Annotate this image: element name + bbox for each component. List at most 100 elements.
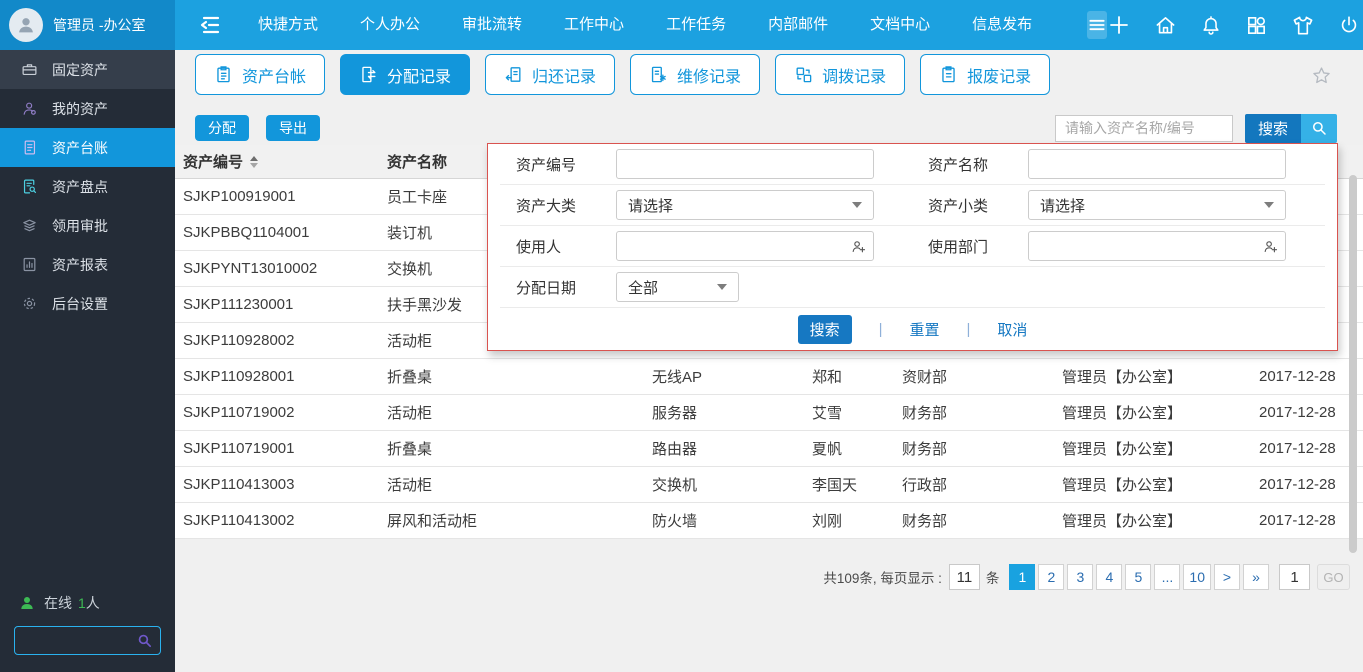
record-tabs: 资产台帐 分配记录 归还记录 维修记录 调拨记录 报废记录: [195, 54, 1051, 95]
page-button[interactable]: 2: [1038, 564, 1065, 590]
search-icon[interactable]: [136, 632, 153, 649]
assign-date-label: 分配日期: [516, 279, 577, 297]
nav-item[interactable]: 内部邮件: [747, 0, 849, 50]
sidebar-item-settings[interactable]: 后台设置: [0, 284, 175, 323]
asset-no-input[interactable]: [616, 149, 874, 179]
panel-cancel-button[interactable]: 取消: [997, 319, 1027, 340]
quick-search-input[interactable]: [1054, 114, 1233, 142]
cell-asset-no: SJKP110719002: [183, 404, 295, 421]
nav-item[interactable]: 审批流转: [441, 0, 543, 50]
cell-operator: 管理员【办公室】: [1062, 405, 1183, 422]
table-row[interactable]: SJKP110413002 屏风和活动柜 防火墙 刘刚 财务部 管理员【办公室】…: [175, 503, 1363, 539]
document-list-icon: [21, 139, 38, 156]
panel-reset-button[interactable]: 重置: [909, 319, 939, 340]
sidebar: 固定资产 我的资产 资产台账 资产盘点 领用审批 资产报表 后台设置 在线 1人: [0, 50, 175, 672]
table-toolbar: 分配 导出 搜索: [195, 113, 1363, 143]
page-button[interactable]: 3: [1067, 564, 1094, 590]
cell-operator: 管理员【办公室】: [1062, 369, 1183, 386]
person-add-icon[interactable]: [1262, 238, 1279, 255]
tab-assign-records[interactable]: 分配记录: [340, 54, 471, 95]
report-chart-icon: [21, 256, 38, 273]
advanced-search-panel: 资产编号 资产名称 资产大类 请选择 资产小类 请选择 使用人 使用部门 分配日…: [487, 143, 1338, 351]
quick-search-button[interactable]: 搜索: [1244, 113, 1301, 143]
sidebar-item-fixed-assets[interactable]: 固定资产: [0, 50, 175, 89]
cell-device: 交换机: [652, 477, 698, 494]
hamburger-icon: [1087, 15, 1107, 35]
sidebar-item-asset-ledger[interactable]: 资产台账: [0, 128, 175, 167]
assign-date-select[interactable]: 全部: [616, 272, 739, 302]
table-row[interactable]: SJKP110719002 活动柜 服务器 艾雪 财务部 管理员【办公室】 20…: [175, 395, 1363, 431]
bell-icon[interactable]: [1200, 14, 1222, 37]
nav-item[interactable]: 文档中心: [849, 0, 951, 50]
export-button[interactable]: 导出: [266, 115, 320, 141]
sidebar-search-input[interactable]: [22, 633, 136, 648]
sidebar-item-label: 资产盘点: [52, 178, 108, 195]
advanced-search-button[interactable]: [1301, 113, 1337, 143]
cell-device: 防火墙: [652, 513, 698, 530]
quick-search-group: 搜索: [1054, 113, 1337, 143]
cell-device: 服务器: [652, 405, 698, 422]
cell-user: 艾雪: [812, 405, 843, 422]
power-icon[interactable]: [1338, 14, 1360, 37]
theme-shirt-icon[interactable]: [1291, 14, 1315, 37]
go-button[interactable]: GO: [1317, 564, 1350, 590]
home-icon[interactable]: [1154, 14, 1177, 37]
online-person-icon: [19, 595, 35, 611]
person-icon: [15, 14, 37, 36]
user-input[interactable]: [616, 231, 874, 261]
subcategory-select[interactable]: 请选择: [1028, 190, 1286, 220]
page-size-input[interactable]: [948, 564, 980, 590]
category-select[interactable]: 请选择: [616, 190, 874, 220]
nav-item[interactable]: 工作中心: [543, 0, 645, 50]
asset-name-input[interactable]: [1028, 149, 1286, 179]
tab-label: 报废记录: [967, 68, 1032, 86]
plus-icon[interactable]: [1107, 13, 1131, 37]
apps-grid-icon[interactable]: [1245, 14, 1268, 37]
vertical-scrollbar[interactable]: [1349, 175, 1357, 553]
nav-item[interactable]: 工作任务: [645, 0, 747, 50]
nav-item[interactable]: 个人办公: [339, 0, 441, 50]
sidebar-item-approval[interactable]: 领用审批: [0, 206, 175, 245]
page-button[interactable]: 10: [1183, 564, 1211, 590]
online-label: 在线: [44, 595, 72, 611]
chevron-down-icon: [1264, 202, 1274, 208]
page-button[interactable]: »: [1243, 564, 1269, 590]
cell-asset-no: SJKPBBQ1104001: [183, 224, 310, 241]
user-avatar[interactable]: [9, 8, 43, 42]
sidebar-item-asset-reports[interactable]: 资产报表: [0, 245, 175, 284]
page-button[interactable]: >: [1214, 564, 1240, 590]
sort-icon[interactable]: [250, 155, 259, 168]
panel-row-2: 资产大类 请选择 资产小类 请选择: [500, 185, 1325, 226]
sidebar-item-my-assets[interactable]: 我的资产: [0, 89, 175, 128]
page-button[interactable]: 4: [1096, 564, 1123, 590]
tab-asset-ledger[interactable]: 资产台帐: [195, 54, 326, 95]
tab-scrap-records[interactable]: 报废记录: [920, 54, 1051, 95]
nav-item[interactable]: 信息发布: [951, 0, 1053, 50]
page-button[interactable]: 5: [1125, 564, 1152, 590]
collapse-menu-icon[interactable]: [198, 14, 224, 36]
tab-transfer-records[interactable]: 调拨记录: [775, 54, 906, 95]
asset-name-label: 资产名称: [928, 156, 989, 174]
header-asset-no[interactable]: 资产编号: [175, 151, 387, 172]
assign-button[interactable]: 分配: [195, 115, 249, 141]
department-input[interactable]: [1028, 231, 1286, 261]
tab-repair-records[interactable]: 维修记录: [630, 54, 761, 95]
page-button[interactable]: 1: [1009, 564, 1036, 590]
tab-return-records[interactable]: 归还记录: [485, 54, 616, 95]
person-add-icon[interactable]: [850, 238, 867, 255]
panel-search-button[interactable]: 搜索: [797, 314, 852, 344]
table-row[interactable]: SJKP110413003 活动柜 交换机 李国天 行政部 管理员【办公室】 2…: [175, 467, 1363, 503]
cell-asset-name: 活动柜: [387, 477, 433, 494]
sidebar-item-asset-inventory[interactable]: 资产盘点: [0, 167, 175, 206]
table-row[interactable]: SJKP110928001 折叠桌 无线AP 郑和 资财部 管理员【办公室】 2…: [175, 359, 1363, 395]
page-button[interactable]: ...: [1154, 564, 1181, 590]
cell-asset-name: 活动柜: [387, 405, 433, 422]
favorite-star-icon[interactable]: [1311, 65, 1332, 86]
more-menu-button[interactable]: [1087, 11, 1108, 39]
goto-page-input[interactable]: [1279, 564, 1310, 590]
table-row[interactable]: SJKP110719001 折叠桌 路由器 夏帆 财务部 管理员【办公室】 20…: [175, 431, 1363, 467]
clipboard-icon: [939, 65, 958, 84]
asset-no-label: 资产编号: [516, 156, 577, 174]
nav-item[interactable]: 快捷方式: [237, 0, 339, 50]
sidebar-item-label: 领用审批: [52, 217, 108, 234]
